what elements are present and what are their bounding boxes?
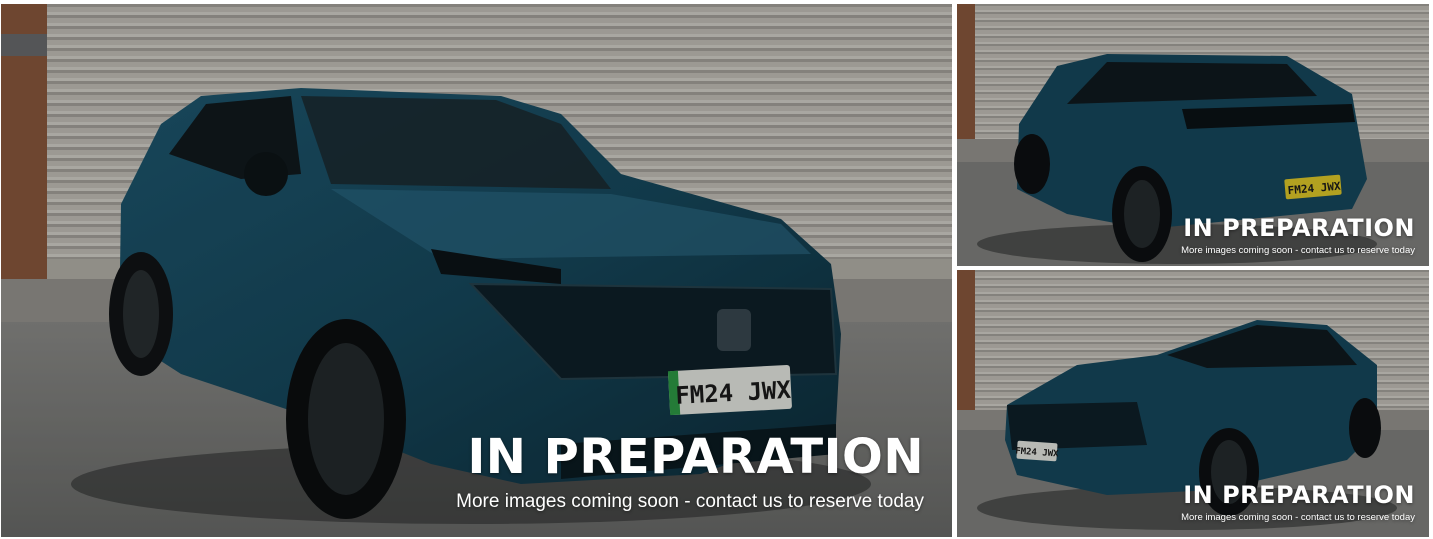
in-preparation-title: IN PREPARATION [1183,214,1415,242]
in-preparation-banner: IN PREPARATION More images coming soon -… [1181,481,1415,525]
in-preparation-banner: IN PREPARATION More images coming soon -… [456,429,924,515]
in-preparation-title: IN PREPARATION [467,429,924,485]
in-preparation-title: IN PREPARATION [1183,481,1415,509]
thumbnail-photo-front-side[interactable]: FM24 JWX IN PREPARATION More images comi… [957,270,1429,537]
thumbnail-photo-rear[interactable]: FM24 JWX IN PREPARATION More images comi… [957,4,1429,266]
in-preparation-subtitle: More images coming soon - contact us to … [1181,245,1415,256]
main-vehicle-photo[interactable]: FM24 JWX IN PREPARATION More images comi… [1,4,952,537]
in-preparation-subtitle: More images coming soon - contact us to … [456,491,924,512]
in-preparation-banner: IN PREPARATION More images coming soon -… [1181,214,1415,258]
in-preparation-subtitle: More images coming soon - contact us to … [1181,512,1415,523]
